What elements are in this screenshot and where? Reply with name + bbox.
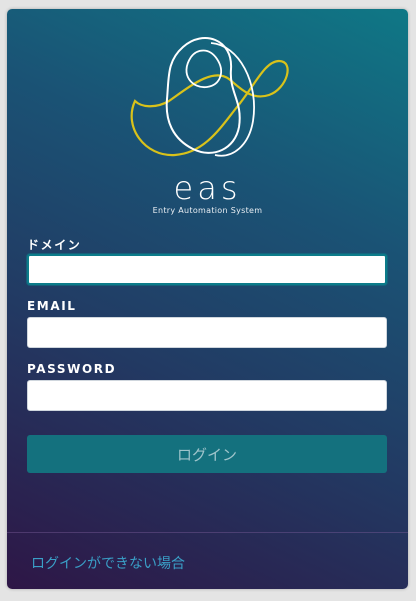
logo-yellow-loop [130, 59, 289, 157]
logo-tagline: Entry Automation System [152, 206, 263, 215]
cannot-login-link[interactable]: ログインができない場合 [31, 553, 185, 573]
domain-input[interactable] [27, 254, 387, 285]
password-input[interactable] [27, 380, 387, 411]
login-button[interactable]: ログイン [27, 435, 387, 473]
email-input[interactable] [27, 317, 387, 348]
login-card: eas Entry Automation System ドメイン EMAIL P… [7, 9, 408, 589]
logo-white-loop-inner [185, 49, 222, 88]
password-label: PASSWORD [27, 362, 117, 376]
email-label: EMAIL [27, 299, 77, 313]
domain-label: ドメイン [27, 238, 82, 252]
logo-wordmark: eas [173, 169, 242, 207]
footer-divider [7, 532, 408, 533]
